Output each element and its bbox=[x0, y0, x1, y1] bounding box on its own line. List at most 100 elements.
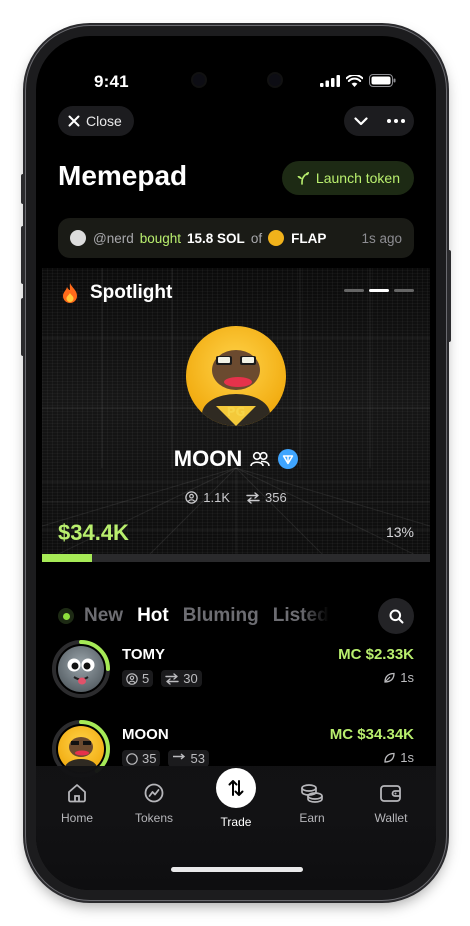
swap-arrows-icon bbox=[173, 752, 186, 760]
app-screen: 9:41 Close Memepad Launch token @nerd bo… bbox=[36, 36, 436, 890]
nav-earn[interactable]: Earn bbox=[277, 782, 347, 825]
wallet-icon bbox=[380, 785, 401, 802]
token-trades: 30 bbox=[161, 670, 202, 687]
carousel-dot[interactable] bbox=[344, 289, 364, 292]
tab-bluming[interactable]: Bluming bbox=[183, 605, 259, 627]
miniapp-menu bbox=[344, 106, 414, 136]
swap-arrows-icon bbox=[165, 672, 179, 685]
ghost-mascot-icon bbox=[67, 658, 95, 685]
ticker-token: FLAP bbox=[291, 230, 327, 246]
phone-frame: 9:41 Close Memepad Launch token @nerd bo… bbox=[21, 26, 451, 900]
nav-home[interactable]: Home bbox=[42, 782, 112, 825]
token-age: 1s bbox=[383, 750, 414, 765]
nav-earn-label: Earn bbox=[299, 811, 325, 825]
dynamic-island bbox=[179, 63, 295, 97]
nav-tokens-label: Tokens bbox=[134, 811, 174, 825]
trades-count: 356 bbox=[265, 490, 287, 505]
token-row[interactable]: TOMY 5 30 MC $2.33K 1s bbox=[52, 640, 414, 700]
coins-icon bbox=[301, 784, 323, 803]
search-icon bbox=[389, 609, 403, 623]
launch-token-button[interactable]: Launch token bbox=[281, 161, 414, 195]
close-button[interactable]: Close bbox=[58, 106, 134, 136]
token-age-value: 1s bbox=[400, 750, 414, 765]
page-title: Memepad bbox=[58, 160, 188, 191]
nav-tokens[interactable]: Tokens bbox=[119, 782, 189, 825]
search-button[interactable] bbox=[378, 598, 414, 634]
more-dots-icon[interactable] bbox=[386, 119, 405, 123]
sensor-icon bbox=[193, 74, 205, 86]
launch-token-label: Launch token bbox=[315, 170, 400, 186]
token-name: TOMY bbox=[122, 646, 166, 663]
svg-text:PG: PG bbox=[227, 405, 246, 419]
carousel-dot-active[interactable] bbox=[369, 289, 389, 292]
verified-badge-icon bbox=[278, 449, 299, 469]
home-indicator[interactable] bbox=[171, 867, 303, 872]
token-trades: 53 bbox=[168, 750, 209, 767]
bonding-progress-percent: 13% bbox=[385, 524, 414, 540]
swap-arrows-icon bbox=[246, 491, 260, 504]
bonding-progress-fill bbox=[42, 554, 93, 562]
token-trades-count: 53 bbox=[190, 751, 205, 766]
tab-hot[interactable]: Hot bbox=[137, 605, 169, 627]
spotlight-stats: 1.1K 356 bbox=[42, 490, 430, 505]
frog-mascot-icon: PG bbox=[202, 350, 270, 426]
token-age: 1s bbox=[383, 670, 414, 685]
tokens-icon bbox=[144, 783, 164, 803]
status-icons bbox=[320, 74, 396, 87]
token-image-moon: PG bbox=[186, 326, 286, 426]
close-icon bbox=[68, 115, 80, 127]
token-filter-tabs: New Hot Bluming Listed bbox=[58, 596, 414, 636]
spotlight-token-title: MOON bbox=[42, 446, 430, 472]
carousel-indicator bbox=[344, 289, 414, 292]
token-holders: 5 bbox=[122, 670, 154, 687]
ticker-time: 1s ago bbox=[361, 230, 402, 246]
ticker-action: bought bbox=[139, 230, 182, 246]
spotlight-card[interactable]: Spotlight PG MOON 1.1K 356 $34.4K 13% bbox=[42, 268, 430, 562]
nav-wallet-label: Wallet bbox=[374, 811, 408, 825]
carousel-dot[interactable] bbox=[394, 289, 414, 292]
nav-wallet[interactable]: Wallet bbox=[356, 782, 426, 825]
spotlight-heading: Spotlight bbox=[60, 282, 172, 304]
signal-icon bbox=[320, 74, 340, 87]
token-name: MOON bbox=[122, 726, 169, 743]
fire-icon bbox=[63, 283, 77, 303]
bonding-progress-bar bbox=[42, 554, 430, 562]
token-age-value: 1s bbox=[400, 670, 414, 685]
live-indicator-icon bbox=[58, 608, 74, 624]
user-icon bbox=[126, 672, 138, 685]
token-holders-count: 35 bbox=[142, 751, 157, 766]
token-stats: 35 53 bbox=[122, 750, 209, 767]
token-avatar bbox=[268, 230, 285, 246]
trade-button[interactable] bbox=[216, 768, 256, 808]
holders-count: 1.1K bbox=[203, 490, 231, 505]
bottom-nav: Home Tokens Trade Earn Wallet bbox=[36, 766, 436, 890]
tab-new[interactable]: New bbox=[84, 605, 123, 627]
ticker-user: @nerd bbox=[93, 230, 134, 246]
ticker-of: of bbox=[250, 230, 263, 246]
nav-trade-label: Trade bbox=[220, 815, 252, 829]
camera-icon bbox=[269, 74, 281, 86]
battery-icon bbox=[369, 74, 396, 87]
community-icon bbox=[250, 451, 271, 467]
token-market-cap: MC $34.34K bbox=[329, 726, 414, 743]
home-icon bbox=[68, 784, 86, 803]
volume-up-button bbox=[21, 226, 25, 284]
spotlight-label: Spotlight bbox=[90, 282, 173, 303]
tab-listed[interactable]: Listed bbox=[273, 605, 329, 627]
user-icon bbox=[126, 752, 138, 765]
token-holders-count: 5 bbox=[142, 671, 150, 686]
sprout-icon bbox=[297, 172, 309, 185]
status-time: 9:41 bbox=[94, 72, 129, 91]
nav-trade[interactable]: Trade bbox=[201, 768, 271, 829]
holders-stat: 1.1K bbox=[185, 490, 230, 505]
token-market-cap: MC $2.33K bbox=[338, 646, 414, 663]
trade-arrows-icon bbox=[228, 780, 244, 796]
wifi-icon bbox=[346, 74, 363, 87]
chevron-down-icon[interactable] bbox=[353, 116, 368, 126]
user-avatar bbox=[70, 230, 86, 246]
activity-ticker[interactable]: @nerd bought 15.8 SOL of FLAP 1s ago bbox=[58, 218, 414, 258]
power-button bbox=[447, 250, 451, 342]
spotlight-token-name: MOON bbox=[173, 446, 243, 471]
trades-stat: 356 bbox=[246, 490, 287, 505]
token-holders: 35 bbox=[122, 750, 161, 767]
